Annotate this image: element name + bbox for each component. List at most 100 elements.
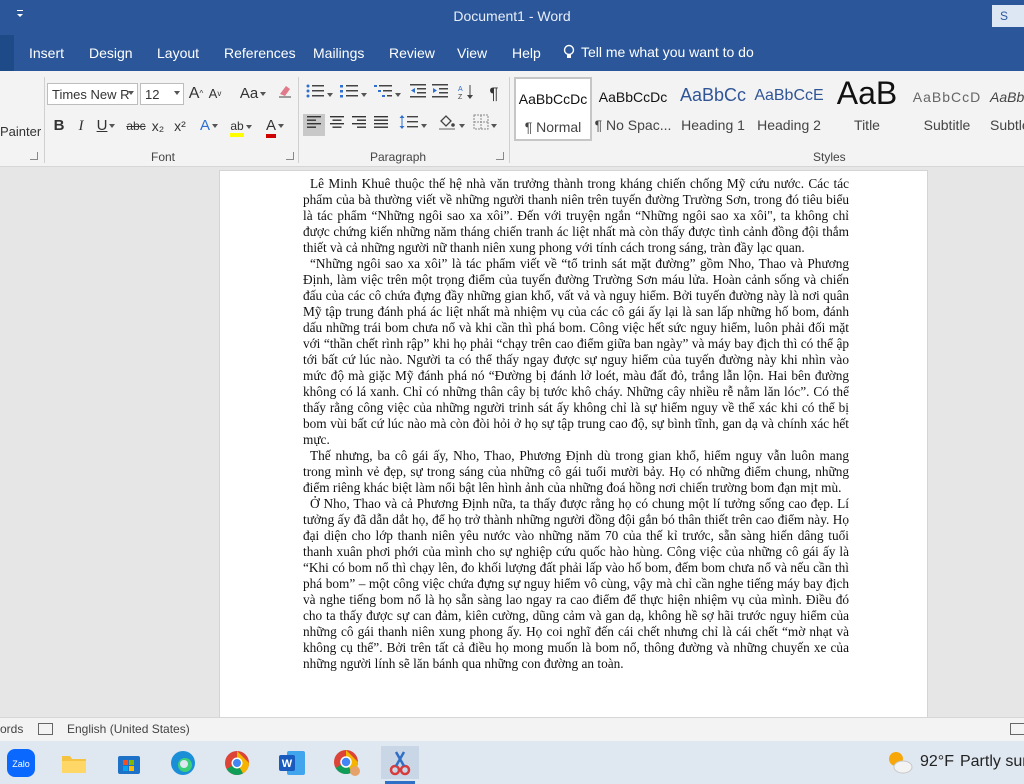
multilevel-list-button[interactable] [372, 83, 402, 105]
lightbulb-icon [563, 44, 575, 58]
font-name-input[interactable]: Times New R [47, 83, 138, 105]
subscript-button[interactable]: x₂ [149, 115, 167, 137]
chevron-down-icon [174, 91, 180, 95]
paragraph[interactable]: “Những ngôi sao xa xôi” là tác phẩm viết… [303, 256, 849, 448]
weather-temp: 92°F [920, 753, 954, 770]
increase-indent-button[interactable] [430, 83, 450, 105]
tell-me-search[interactable]: Tell me what you want to do [563, 44, 754, 60]
font-size-input[interactable]: 12 [140, 83, 184, 105]
tab-insert[interactable]: Insert [29, 45, 64, 61]
paint-bucket-icon [439, 115, 455, 130]
style-subtitle[interactable]: AaBbCcD Subtitle [910, 77, 984, 141]
font-launcher-icon[interactable] [286, 152, 294, 160]
align-center-button[interactable] [327, 114, 347, 136]
document-body[interactable]: Lê Minh Khuê thuộc thế hệ nhà văn trưởng… [303, 176, 849, 672]
word-icon[interactable]: W [273, 746, 311, 779]
snipping-tool-icon[interactable] [381, 746, 419, 784]
chrome-icon[interactable] [218, 746, 256, 779]
chevron-down-icon [128, 91, 134, 95]
file-tab[interactable] [0, 35, 14, 71]
document-page[interactable]: Lê Minh Khuê thuộc thế hệ nhà văn trưởng… [219, 170, 928, 730]
svg-text:Z: Z [458, 94, 463, 101]
group-divider [44, 77, 45, 163]
style-normal[interactable]: AaBbCcDc ¶ Normal [514, 77, 592, 141]
superscript-button[interactable]: x² [171, 115, 189, 137]
style-name: ¶ No Spac... [594, 117, 672, 133]
language-indicator[interactable]: English (United States) [67, 722, 190, 736]
highlighter-icon: ab [230, 119, 244, 137]
sign-in-button[interactable]: S [992, 5, 1024, 27]
tab-help[interactable]: Help [512, 45, 541, 61]
borders-button[interactable] [470, 114, 500, 136]
weather-widget[interactable]: 92°F Partly sunny [884, 750, 1024, 774]
shading-button[interactable] [436, 114, 466, 136]
paragraph[interactable]: Ở Nho, Thao và cả Phương Định nữa, ta th… [303, 496, 849, 672]
justify-button[interactable] [371, 114, 391, 136]
style-heading-2[interactable]: AaBbCcE Heading 2 [754, 77, 824, 141]
tab-layout[interactable]: Layout [157, 45, 199, 61]
decrease-indent-button[interactable] [408, 83, 428, 105]
paragraph[interactable]: Thế nhưng, ba cô gái ấy, Nho, Thao, Phươ… [303, 448, 849, 496]
borders-icon [473, 114, 489, 130]
clipboard-launcher-icon[interactable] [30, 152, 38, 160]
taskbar: Zalo W 92°F Partly sunny [0, 741, 1024, 784]
align-right-button[interactable] [349, 114, 369, 136]
tab-references[interactable]: References [224, 45, 296, 61]
tab-view[interactable]: View [457, 45, 487, 61]
shrink-font-button[interactable]: Av [208, 83, 222, 105]
svg-text:A: A [458, 86, 463, 93]
highlight-button[interactable]: ab [228, 115, 254, 137]
paragraph-launcher-icon[interactable] [496, 152, 504, 160]
word-count[interactable]: ords [0, 722, 23, 736]
chrome-profile-icon[interactable] [328, 746, 366, 779]
partly-sunny-icon [889, 752, 913, 774]
paragraph[interactable]: Lê Minh Khuê thuộc thế hệ nhà văn trưởng… [303, 176, 849, 256]
font-color-button[interactable]: A [262, 115, 288, 138]
status-bar: ords English (United States) [0, 717, 1024, 741]
bold-button[interactable]: B [52, 115, 66, 137]
show-formatting-button[interactable]: ¶ [486, 83, 502, 105]
align-left-button[interactable] [303, 114, 325, 136]
sort-button[interactable]: AZ [458, 83, 476, 105]
tab-review[interactable]: Review [389, 45, 435, 61]
format-painter-button[interactable]: Painter [0, 124, 41, 139]
grow-font-button[interactable]: A^ [188, 83, 204, 105]
document-area[interactable]: Lê Minh Khuê thuộc thế hệ nhà văn trưởng… [0, 167, 1024, 730]
ribbon-tabs: Insert Design Layout References Mailings… [0, 35, 1024, 71]
style-name: Heading 2 [757, 117, 821, 133]
style-no-spacing[interactable]: AaBbCcDc ¶ No Spac... [594, 77, 672, 141]
group-divider [298, 77, 299, 163]
style-title[interactable]: AaB Title [828, 77, 906, 141]
change-case-button[interactable]: Aa [238, 83, 268, 105]
increase-indent-icon [432, 84, 448, 98]
word-letter: W [282, 758, 293, 770]
ribbon: Painter Times New R 12 A^ Av Aa B I U ab… [0, 71, 1024, 167]
style-name: Subtle [990, 117, 1024, 133]
style-sample: AaBb [990, 89, 1024, 105]
style-name: Heading 1 [681, 117, 745, 133]
tab-mailings[interactable]: Mailings [313, 45, 364, 61]
bullets-button[interactable] [304, 83, 334, 105]
line-spacing-icon [399, 115, 418, 129]
underline-button[interactable]: U [94, 115, 118, 137]
text-effects-button[interactable]: A [197, 115, 221, 137]
zalo-app-icon[interactable]: Zalo [2, 746, 40, 779]
read-mode-icon[interactable] [1010, 723, 1024, 735]
numbering-button[interactable] [338, 83, 368, 105]
microsoft-store-icon[interactable] [110, 746, 148, 779]
tab-design[interactable]: Design [89, 45, 133, 61]
style-heading-1[interactable]: AaBbCc Heading 1 [674, 77, 752, 141]
proofing-icon[interactable] [38, 723, 53, 735]
font-color-icon: A [265, 117, 276, 138]
bullets-icon [306, 84, 324, 98]
italic-button[interactable]: I [74, 115, 88, 137]
style-sample: AaBbCc [679, 85, 747, 105]
styles-gallery: AaBbCcDc ¶ Normal AaBbCcDc ¶ No Spac... … [514, 77, 1024, 141]
clear-formatting-button[interactable] [277, 83, 293, 105]
strikethrough-button[interactable]: abc [126, 115, 146, 137]
font-group-label: Font [151, 150, 176, 164]
style-subtle[interactable]: AaBb Subtle [988, 77, 1024, 141]
edge-icon[interactable] [164, 746, 202, 779]
file-explorer-icon[interactable] [55, 746, 93, 779]
line-spacing-button[interactable] [398, 114, 428, 136]
